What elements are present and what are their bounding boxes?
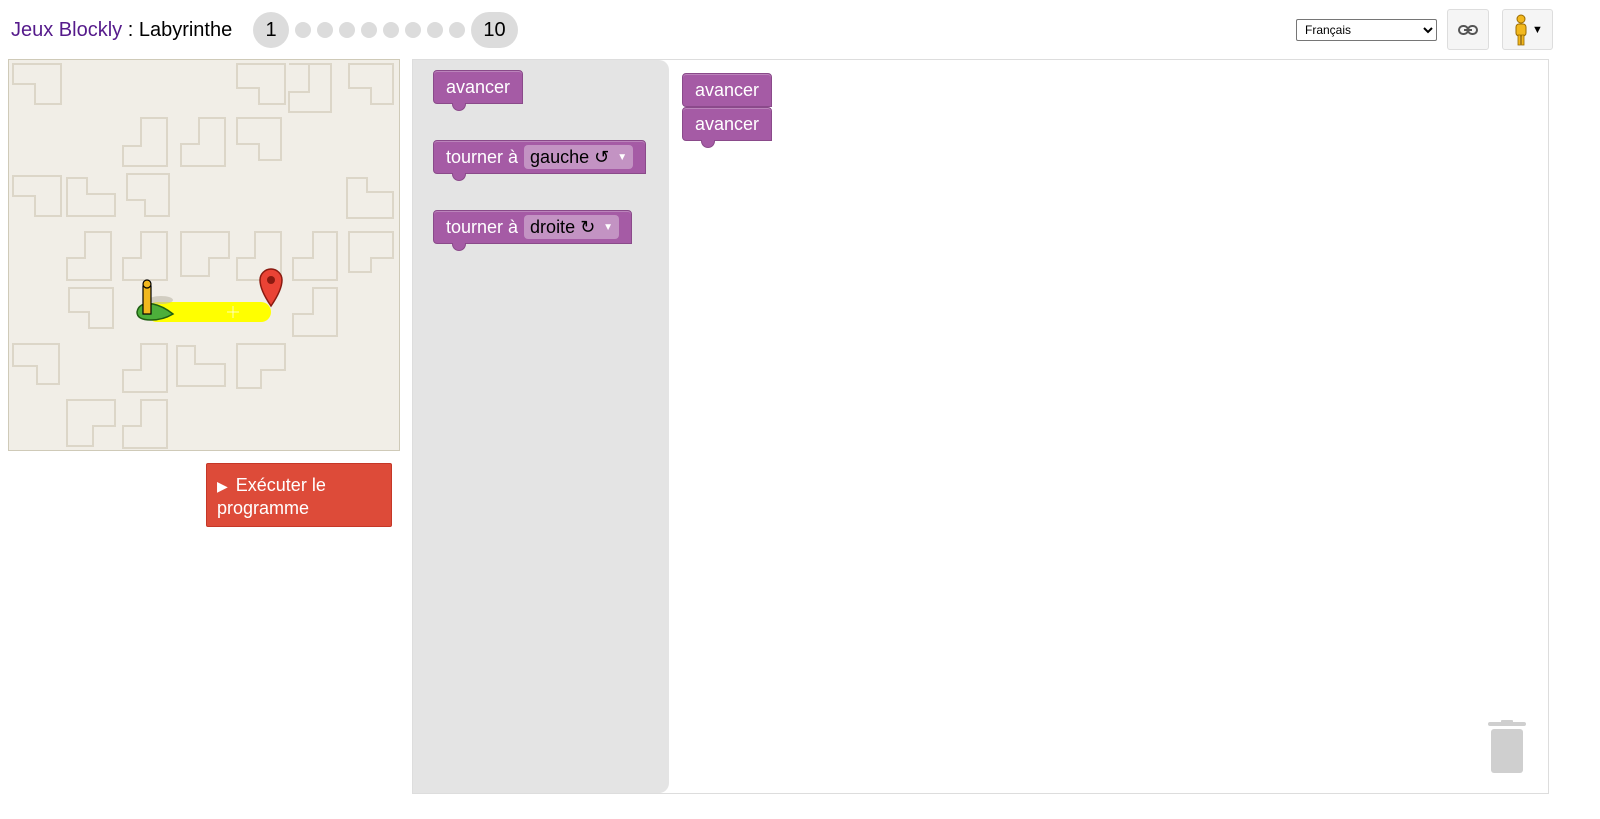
- turn-direction-dropdown[interactable]: gauche ↺ ▼: [524, 145, 634, 169]
- blockly-workspace[interactable]: avancer tourner à gauche ↺ ▼ tourner à d…: [412, 59, 1549, 794]
- toolbox-move-forward-block[interactable]: avancer: [433, 70, 524, 111]
- pegman-button[interactable]: ▼: [1502, 9, 1553, 50]
- dropdown-value: gauche ↺: [530, 146, 610, 167]
- dropdown-arrow-icon: ▼: [603, 221, 614, 233]
- page-title: Jeux Blockly : Labyrinthe: [11, 18, 232, 42]
- block-label: avancer: [695, 79, 760, 100]
- finish-marker: [259, 268, 283, 308]
- block-next-connector: [452, 103, 466, 111]
- level-3-dot[interactable]: [317, 22, 333, 38]
- header: Jeux Blockly : Labyrinthe 1 10 Français: [0, 0, 1600, 60]
- block-label: avancer: [446, 76, 511, 97]
- level-8-dot[interactable]: [427, 22, 443, 38]
- pegman-icon: [1515, 14, 1527, 45]
- language-select[interactable]: Français: [1296, 19, 1437, 41]
- brand-link[interactable]: Jeux Blockly: [11, 19, 122, 41]
- game-title: Labyrinthe: [138, 19, 233, 41]
- trash-icon[interactable]: [1486, 720, 1528, 776]
- level-6-dot[interactable]: [383, 22, 399, 38]
- run-program-button[interactable]: ▶ Exécuter le programme: [206, 463, 392, 527]
- block-next-connector: [701, 140, 715, 148]
- maze-svg: [12, 63, 394, 449]
- turn-direction-dropdown[interactable]: droite ↻ ▼: [524, 215, 620, 239]
- chevron-down-icon: ▼: [1532, 23, 1543, 36]
- level-selector: 1 10: [253, 12, 518, 48]
- toolbox-turn-left-block[interactable]: tourner à gauche ↺ ▼: [433, 140, 647, 181]
- block-label: tourner à: [446, 216, 519, 237]
- maze-display: [8, 59, 400, 451]
- level-10-button[interactable]: 10: [471, 12, 518, 48]
- workspace-move-forward-block-2[interactable]: avancer: [682, 107, 773, 148]
- level-7-dot[interactable]: [405, 22, 421, 38]
- block-label: tourner à: [446, 146, 519, 167]
- run-program-label: Exécuter le programme: [217, 475, 326, 518]
- toolbox-turn-right-block[interactable]: tourner à droite ↻ ▼: [433, 210, 633, 251]
- play-icon: ▶: [217, 478, 228, 494]
- toolbox-flyout: avancer tourner à gauche ↺ ▼ tourner à d…: [413, 60, 669, 793]
- level-4-dot[interactable]: [339, 22, 355, 38]
- link-icon: [1458, 24, 1478, 35]
- block-next-connector: [452, 173, 466, 181]
- dropdown-value: droite ↻: [530, 216, 596, 237]
- block-label: avancer: [695, 113, 760, 134]
- dropdown-arrow-icon: ▼: [617, 151, 628, 163]
- block-next-connector: [452, 243, 466, 251]
- link-button[interactable]: [1447, 9, 1489, 50]
- workspace-move-forward-block-1[interactable]: avancer: [682, 73, 773, 107]
- title-separator: :: [122, 19, 139, 41]
- level-dots: [292, 22, 468, 38]
- level-1-button[interactable]: 1: [253, 12, 289, 48]
- level-2-dot[interactable]: [295, 22, 311, 38]
- level-9-dot[interactable]: [449, 22, 465, 38]
- level-5-dot[interactable]: [361, 22, 377, 38]
